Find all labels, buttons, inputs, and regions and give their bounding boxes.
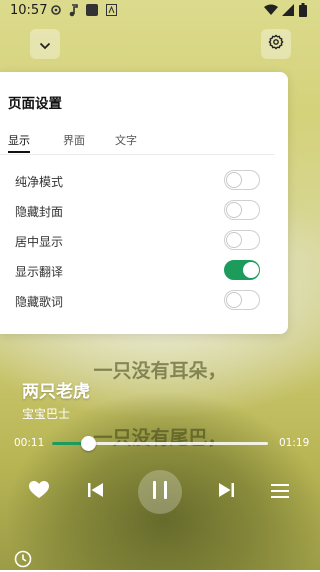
lyric-line: 一只没有尾巴，: [93, 427, 227, 449]
a-notification-icon: [106, 4, 117, 20]
option-show-translation: 显示翻译: [15, 258, 260, 284]
tab-interface[interactable]: 界面: [63, 132, 85, 148]
settings-button[interactable]: [261, 29, 291, 59]
center-display-toggle[interactable]: [224, 230, 260, 250]
tab-text[interactable]: 文字: [115, 132, 137, 148]
active-tab-indicator: [8, 151, 30, 153]
gear-icon: [268, 34, 284, 54]
notification-icon: [50, 4, 62, 20]
tab-display[interactable]: 显示: [8, 132, 30, 148]
menu-icon: [271, 483, 289, 502]
status-time: 10:57: [10, 3, 48, 18]
skip-previous-icon: [88, 482, 104, 502]
sleep-timer-button[interactable]: [12, 550, 34, 572]
option-center-display: 居中显示: [15, 228, 260, 254]
song-title: 两只老虎: [22, 382, 90, 402]
option-label: 隐藏歌词: [15, 295, 64, 309]
panel-title: 页面设置: [8, 96, 62, 112]
like-button[interactable]: [26, 480, 52, 504]
hide-cover-toggle[interactable]: [224, 200, 260, 220]
next-button[interactable]: [214, 480, 238, 504]
option-hide-lyrics: 隐藏歌词: [15, 288, 260, 314]
pure-mode-toggle[interactable]: [224, 170, 260, 190]
app-notification-icon: [86, 4, 98, 16]
hide-lyrics-toggle[interactable]: [224, 290, 260, 310]
playlist-button[interactable]: [268, 480, 292, 504]
option-label: 隐藏封面: [15, 205, 64, 219]
heart-icon: [29, 481, 49, 503]
total-time: 01:19: [279, 437, 310, 449]
collapse-button[interactable]: [30, 29, 60, 59]
skip-next-icon: [218, 482, 234, 502]
option-pure-mode: 纯净模式: [15, 168, 260, 194]
page-settings-panel: 页面设置 显示 界面 文字 纯净模式 隐藏封面 居中显示 显示翻译 隐藏歌词: [0, 72, 288, 334]
option-hide-cover: 隐藏封面: [15, 198, 260, 224]
pause-icon: [152, 480, 168, 504]
wifi-icon: [264, 4, 278, 20]
current-time: 00:11: [14, 437, 45, 449]
music-note-icon: [68, 4, 78, 21]
option-label: 纯净模式: [15, 175, 64, 189]
settings-tabs: 显示 界面 文字: [0, 132, 275, 155]
clock-icon: [14, 550, 32, 572]
chevron-down-icon: [39, 35, 51, 54]
artist-name[interactable]: 宝宝巴士: [22, 405, 70, 422]
status-bar: 10:57: [0, 0, 320, 22]
option-label: 居中显示: [15, 235, 64, 249]
option-label: 显示翻译: [15, 265, 64, 279]
pause-button[interactable]: [138, 470, 182, 514]
previous-button[interactable]: [84, 480, 108, 504]
show-translation-toggle[interactable]: [224, 260, 260, 280]
signal-icon: [282, 4, 294, 20]
battery-icon: [299, 3, 307, 21]
